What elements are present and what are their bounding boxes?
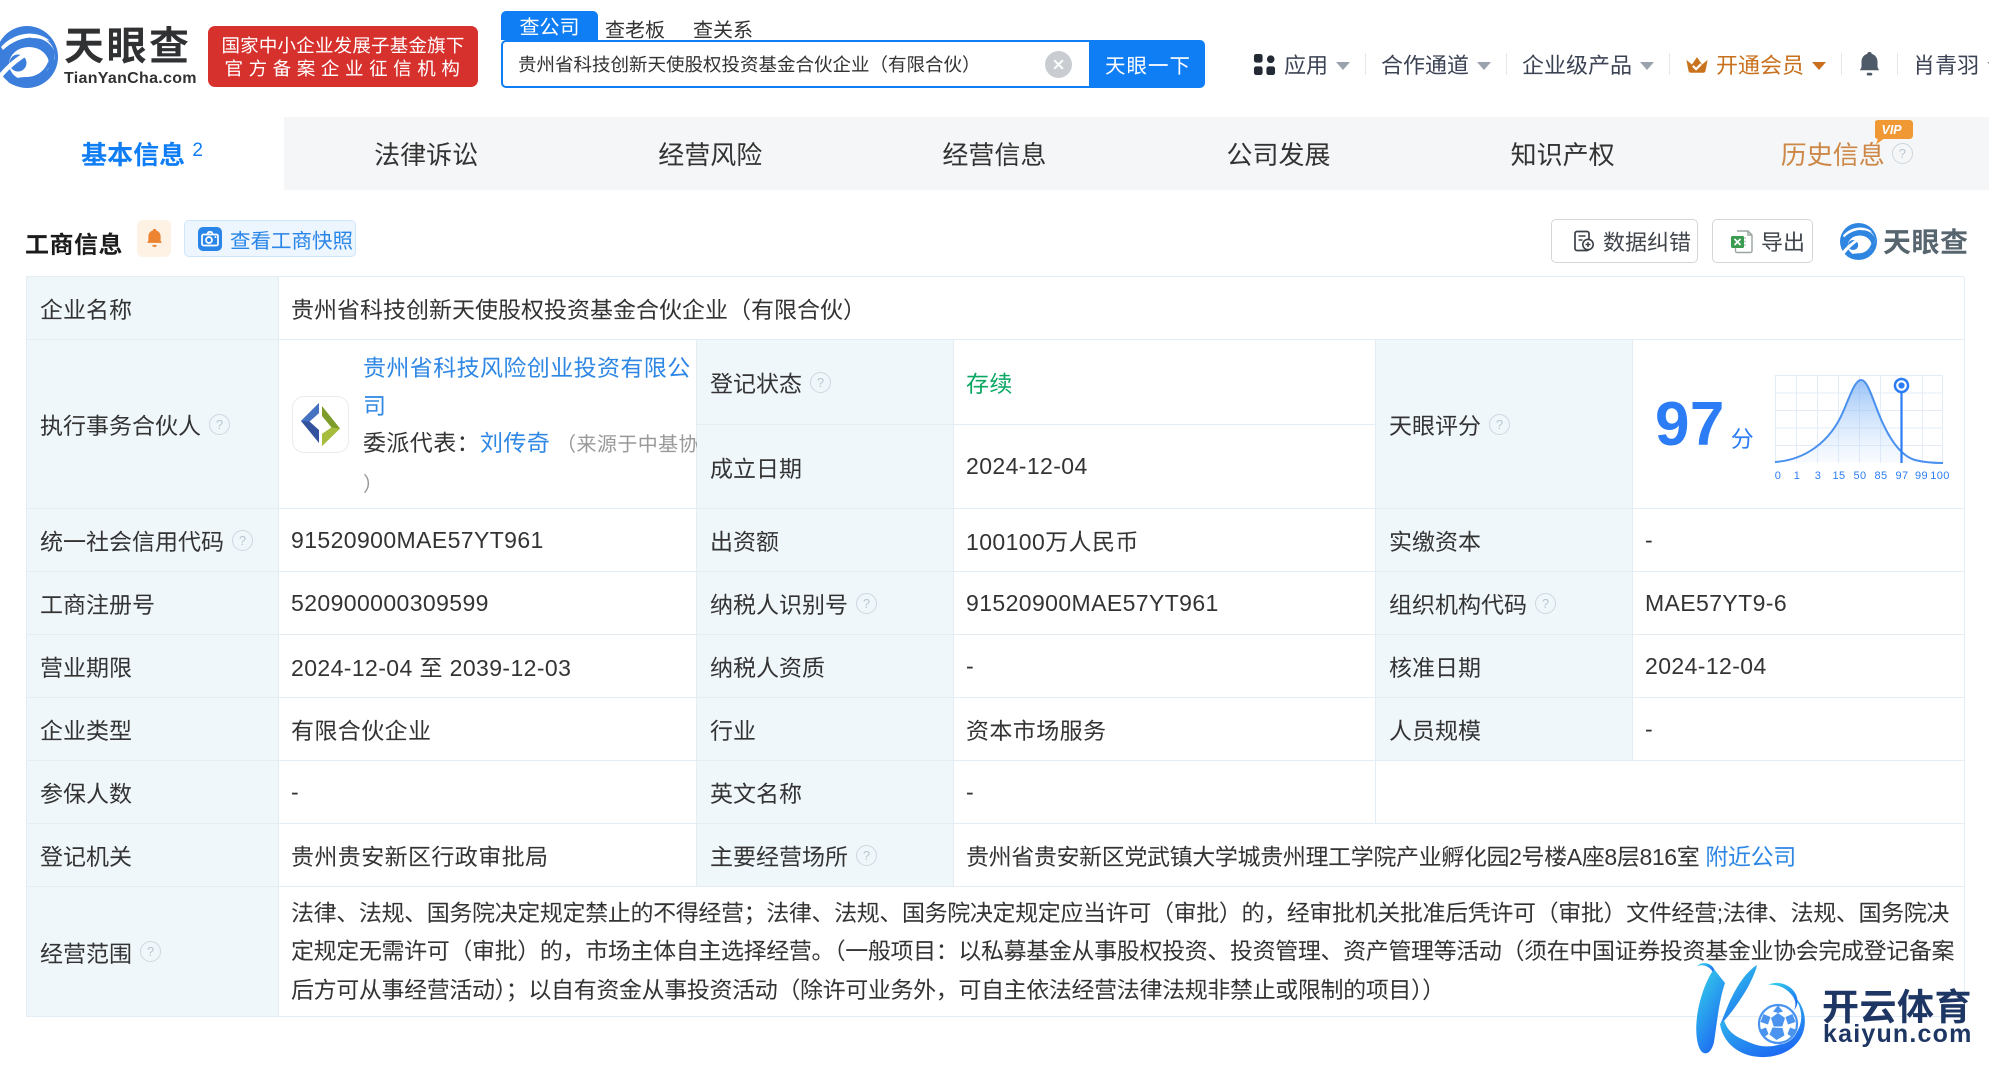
svg-text:85: 85 — [1874, 470, 1887, 482]
svg-text:97: 97 — [1895, 470, 1908, 482]
svg-text:100: 100 — [1930, 470, 1950, 482]
svg-text:99: 99 — [1915, 470, 1928, 482]
svg-text:3: 3 — [1815, 470, 1822, 482]
svg-text:15: 15 — [1832, 470, 1845, 482]
svg-text:1: 1 — [1794, 470, 1801, 482]
svg-text:VIP: VIP — [1881, 123, 1902, 137]
svg-text:0: 0 — [1775, 470, 1782, 482]
svg-text:50: 50 — [1853, 470, 1866, 482]
